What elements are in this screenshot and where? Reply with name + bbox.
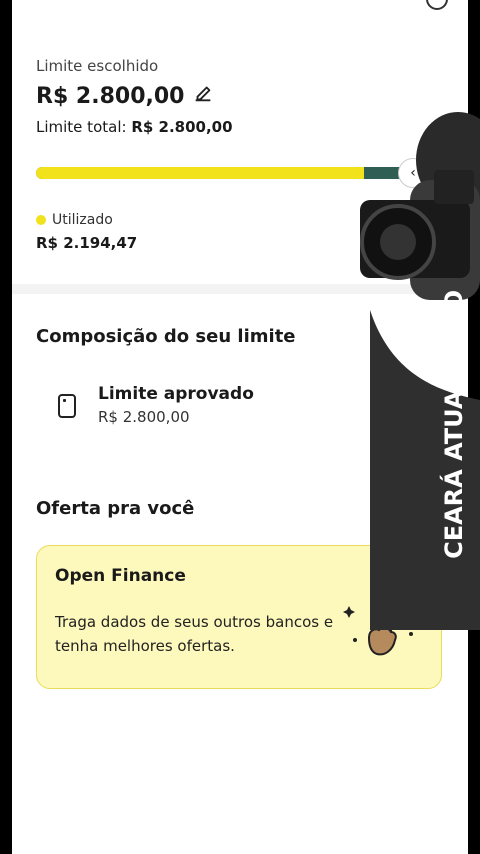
total-limit-value: R$ 2.800,00 <box>131 118 233 136</box>
edit-pencil-icon[interactable] <box>192 82 214 110</box>
section-divider <box>12 284 468 294</box>
open-finance-card[interactable]: Open Finance › Traga dados de seus outro… <box>36 545 442 689</box>
used-legend: Utilizado <box>36 212 113 228</box>
used-value: R$ 2.194,47 <box>36 234 138 252</box>
total-limit: Limite total: R$ 2.800,00 <box>36 118 233 136</box>
approved-limit-title: Limite aprovado <box>98 384 254 404</box>
status-icon <box>426 0 448 10</box>
approved-limit-value: R$ 2.800,00 <box>98 408 190 426</box>
used-legend-dot <box>36 215 46 225</box>
page: Limite escolhido R$ 2.800,00 Limite tota… <box>0 0 480 854</box>
composition-title: Composição do seu limite <box>36 326 296 347</box>
chevron-left-icon[interactable]: ‹ <box>398 158 428 188</box>
limit-usage-bar <box>36 167 456 179</box>
hand-card-icon <box>343 598 423 668</box>
total-limit-label: Limite total: <box>36 118 127 136</box>
chosen-limit-value: R$ 2.800,00 <box>36 83 185 109</box>
open-finance-title: Open Finance <box>55 566 186 586</box>
chosen-limit-row: R$ 2.800,00 <box>36 82 214 110</box>
offer-section-title: Oferta pra você <box>36 498 195 519</box>
used-legend-label: Utilizado <box>52 212 113 228</box>
phone-icon <box>58 394 76 418</box>
limit-usage-fill <box>36 167 364 179</box>
chosen-limit-label: Limite escolhido <box>36 57 159 75</box>
open-finance-text: Traga dados de seus outros bancos e tenh… <box>55 613 334 655</box>
limit-screen: Limite escolhido R$ 2.800,00 Limite tota… <box>12 0 468 854</box>
chevron-right-icon: › <box>413 564 421 585</box>
